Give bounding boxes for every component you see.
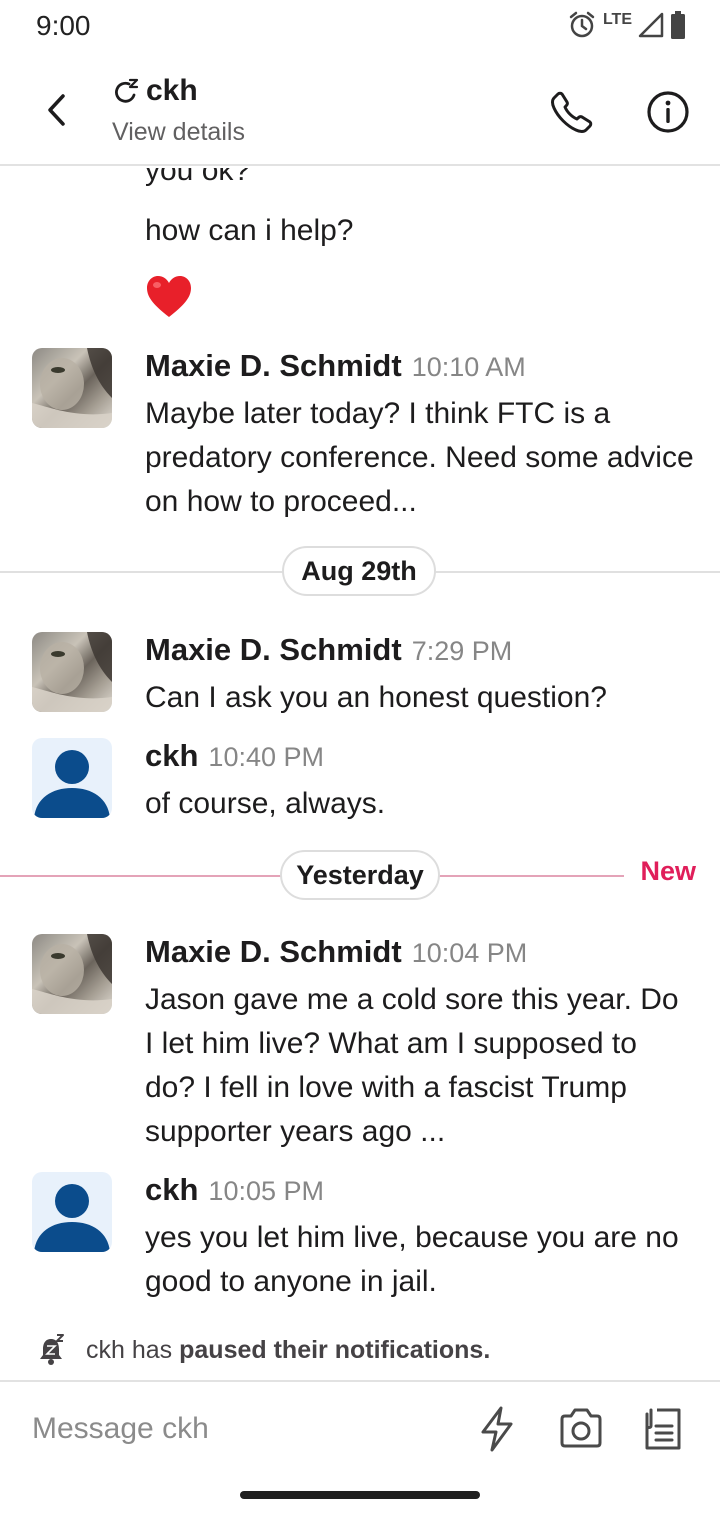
- phone-icon: [551, 91, 593, 133]
- message-composer: [0, 1380, 720, 1476]
- message-item[interactable]: Maxie D. Schmidt 10:04 PM Jason gave me …: [0, 934, 720, 1154]
- message-text: of course, always.: [145, 787, 386, 820]
- message-input[interactable]: [32, 1406, 432, 1452]
- avatar[interactable]: [32, 738, 112, 818]
- message-header: Maxie D. Schmidt 10:04 PM: [145, 934, 527, 970]
- sender-name[interactable]: Maxie D. Schmidt: [145, 348, 402, 384]
- new-messages-label: New: [640, 856, 696, 886]
- header-title-row[interactable]: ckh: [112, 74, 198, 108]
- date-pill[interactable]: Yesterday: [280, 850, 440, 900]
- message-item[interactable]: Maxie D. Schmidt 7:29 PM Can I ask you a…: [0, 632, 720, 722]
- divider-line: [438, 875, 624, 877]
- call-button[interactable]: [548, 88, 596, 136]
- alarm-icon: [569, 11, 595, 38]
- avatar[interactable]: [32, 934, 112, 1014]
- message-text: Can I ask you an honest question?: [145, 681, 607, 714]
- message-text: Maybe later today? I think FTC is a pred…: [145, 397, 694, 518]
- default-user-icon: [34, 1184, 110, 1252]
- avatar[interactable]: [32, 348, 112, 428]
- message-timestamp: 7:29 PM: [411, 636, 513, 666]
- signal-icon: [638, 12, 664, 38]
- shortcuts-button[interactable]: [472, 1404, 522, 1454]
- battery-icon: [671, 11, 685, 39]
- default-user-icon: [34, 750, 110, 818]
- status-time: 9:00: [36, 10, 91, 41]
- divider-line: [0, 875, 282, 877]
- view-details-link[interactable]: View details: [112, 118, 245, 147]
- date-pill[interactable]: Aug 29th: [282, 546, 436, 596]
- cat-photo-icon: [32, 348, 112, 428]
- sender-name[interactable]: ckh: [145, 738, 198, 774]
- message-timestamp: 10:10 AM: [411, 352, 526, 382]
- message-header: ckh 10:40 PM: [145, 738, 324, 774]
- message-item[interactable]: ckh 10:05 PM yes you let him live, becau…: [0, 1172, 720, 1312]
- message-text: Jason gave me a cold sore this year. Do …: [145, 983, 679, 1148]
- cat-photo-icon: [32, 934, 112, 1014]
- info-icon: [647, 91, 689, 133]
- message-list[interactable]: you ok? how can i help? Maxie D. Schmidt…: [0, 168, 720, 1380]
- chevron-left-icon: [48, 94, 65, 126]
- message-text: yes you let him live, because you are no…: [145, 1221, 679, 1298]
- message-header: ckh 10:05 PM: [145, 1172, 324, 1208]
- notice-prefix: ckh has: [86, 1335, 173, 1364]
- bell-snooze-icon: [40, 1334, 64, 1365]
- sender-name[interactable]: ckh: [145, 1172, 198, 1208]
- message-item[interactable]: ckh 10:40 PM of course, always.: [0, 738, 720, 828]
- message-timestamp: 10:04 PM: [411, 938, 528, 968]
- notifications-paused-notice: ckh has paused their notifications.: [36, 1334, 490, 1366]
- file-attach-icon: [645, 1408, 681, 1450]
- message-header: Maxie D. Schmidt 10:10 AM: [145, 348, 526, 384]
- message-header: Maxie D. Schmidt 7:29 PM: [145, 632, 512, 668]
- back-button[interactable]: [38, 90, 74, 130]
- snooze-icon: [115, 78, 139, 103]
- message-timestamp: 10:40 PM: [208, 742, 324, 772]
- new-messages-divider: Yesterday New: [0, 848, 720, 904]
- heart-emoji-icon: [147, 276, 191, 317]
- message-timestamp: 10:05 PM: [208, 1176, 324, 1206]
- notice-text: ckh has paused their notifications.: [86, 1336, 490, 1365]
- notice-bold: paused their notifications.: [179, 1335, 491, 1364]
- conversation-title: ckh: [146, 74, 198, 107]
- attach-file-button[interactable]: [638, 1404, 688, 1454]
- sender-name[interactable]: Maxie D. Schmidt: [145, 934, 402, 970]
- info-button[interactable]: [644, 88, 692, 136]
- message-continuation: how can i help?: [145, 214, 354, 247]
- lightning-icon: [481, 1406, 513, 1452]
- camera-button[interactable]: [556, 1404, 606, 1454]
- camera-icon: [560, 1408, 602, 1448]
- home-indicator[interactable]: [240, 1491, 480, 1499]
- date-divider: Aug 29th: [0, 544, 720, 600]
- network-type: LTE: [602, 11, 632, 28]
- sender-name[interactable]: Maxie D. Schmidt: [145, 632, 402, 668]
- avatar[interactable]: [32, 632, 112, 712]
- message-continuation: you ok?: [145, 168, 251, 187]
- avatar[interactable]: [32, 1172, 112, 1252]
- status-icons: LTE: [567, 10, 686, 40]
- status-bar: 9:00 LTE: [0, 0, 720, 54]
- cat-photo-icon: [32, 632, 112, 712]
- conversation-header: ckh View details: [0, 54, 720, 166]
- message-item[interactable]: Maxie D. Schmidt 10:10 AM Maybe later to…: [0, 348, 720, 518]
